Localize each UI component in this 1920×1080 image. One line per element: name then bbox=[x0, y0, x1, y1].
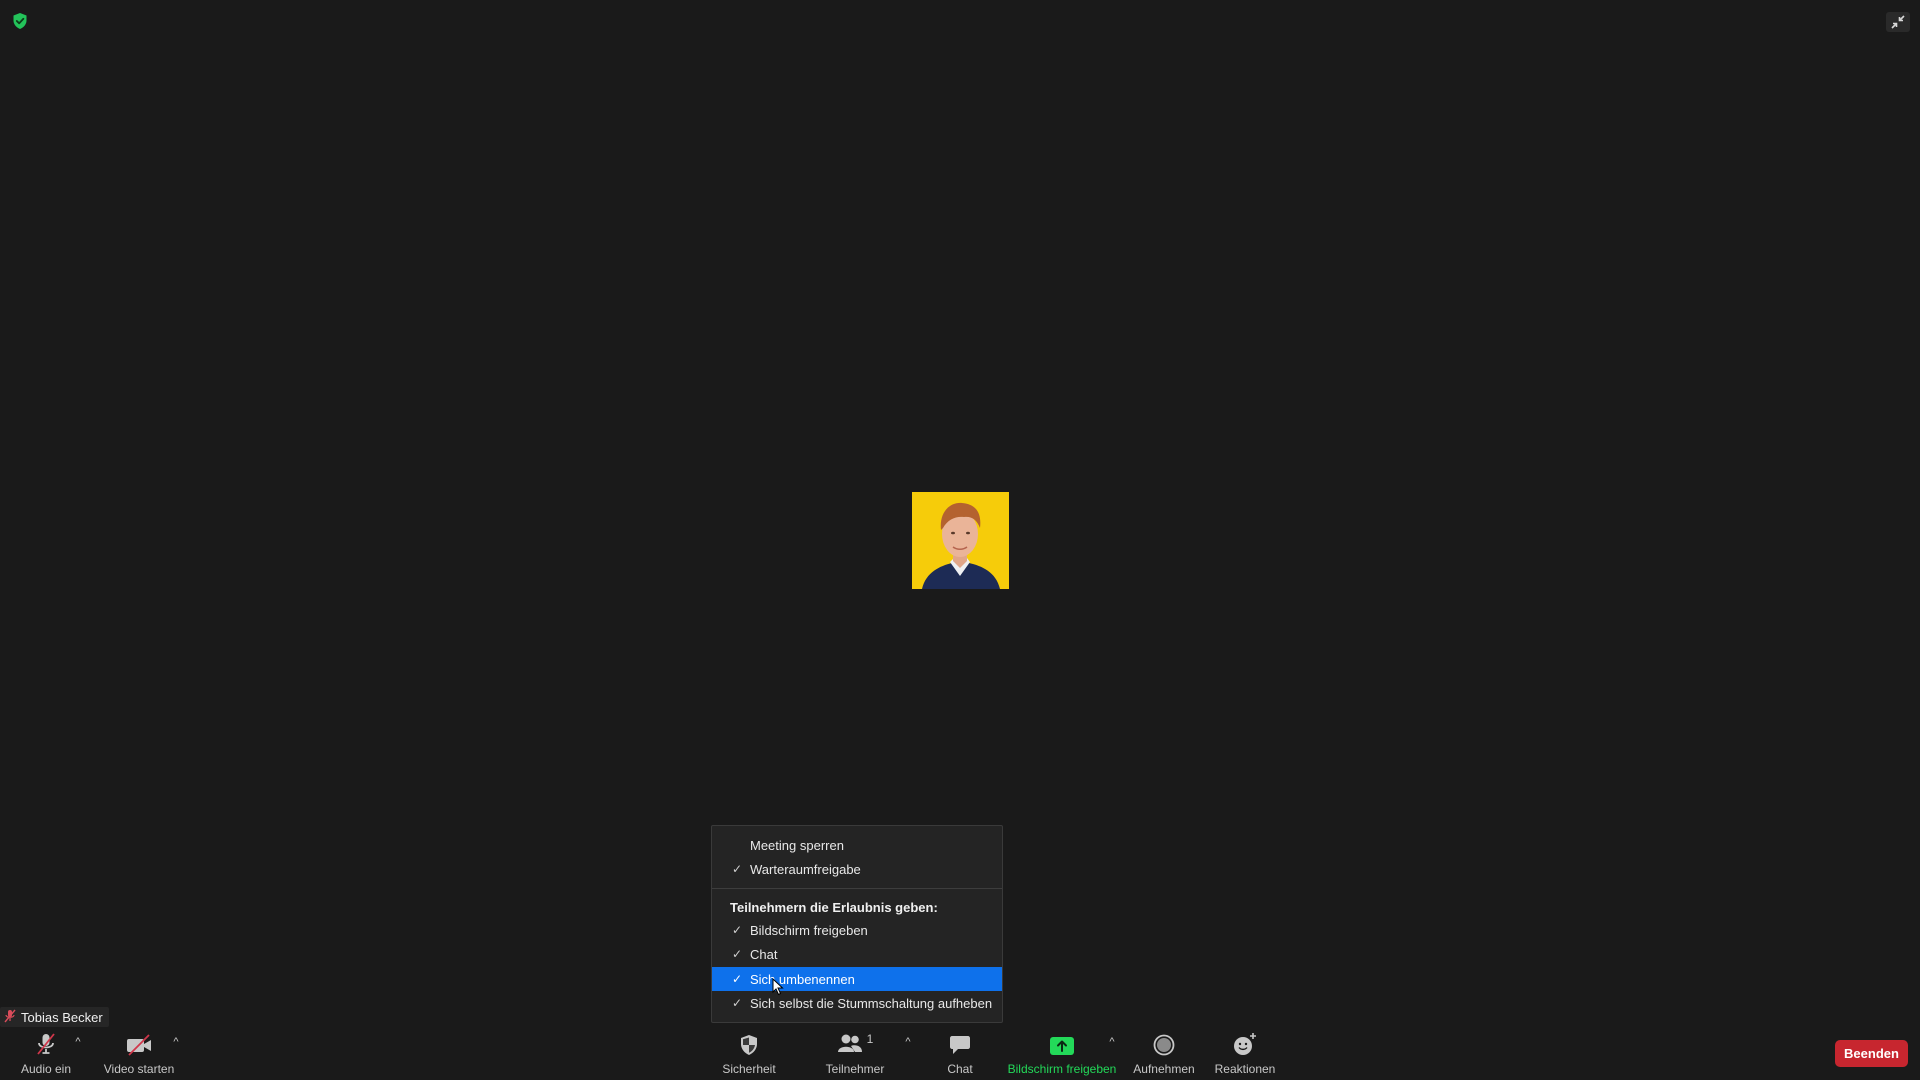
permission-unmute-self[interactable]: ✓ Sich selbst die Stummschaltung aufhebe… bbox=[712, 991, 1002, 1015]
share-screen-label: Bildschirm freigeben bbox=[1007, 1062, 1117, 1076]
reactions-label: Reaktionen bbox=[1214, 1062, 1276, 1076]
video-label: Video starten bbox=[103, 1062, 175, 1076]
participants-options-caret[interactable]: ^ bbox=[902, 1036, 914, 1048]
video-off-icon bbox=[125, 1030, 153, 1056]
end-meeting-button[interactable]: Beenden bbox=[1835, 1040, 1908, 1067]
mic-muted-icon bbox=[4, 1009, 16, 1026]
security-button[interactable]: Sicherheit bbox=[717, 1030, 781, 1076]
permission-share-screen[interactable]: ✓ Bildschirm freigeben bbox=[712, 918, 1002, 942]
menu-item-label: Sich selbst die Stummschaltung aufheben bbox=[750, 995, 993, 1011]
meeting-window: Meeting sperren ✓ Warteraumfreigabe Teil… bbox=[0, 0, 1920, 1080]
security-menu: Meeting sperren ✓ Warteraumfreigabe Teil… bbox=[711, 825, 1003, 1023]
menu-item-lock-meeting[interactable]: Meeting sperren bbox=[712, 833, 1002, 857]
record-button[interactable]: Aufnehmen bbox=[1132, 1030, 1196, 1076]
participant-avatar bbox=[912, 492, 1009, 589]
audio-options-caret[interactable]: ^ bbox=[72, 1036, 84, 1048]
emoji-add-icon bbox=[1233, 1030, 1257, 1056]
shield-check-icon[interactable] bbox=[12, 12, 28, 30]
participants-button[interactable]: 1 Teilnehmer bbox=[820, 1030, 890, 1076]
share-options-caret[interactable]: ^ bbox=[1106, 1036, 1118, 1048]
permissions-heading: Teilnehmern die Erlaubnis geben: bbox=[730, 900, 938, 915]
mic-muted-icon bbox=[34, 1030, 58, 1056]
audio-button[interactable]: Audio ein bbox=[18, 1030, 74, 1076]
video-options-caret[interactable]: ^ bbox=[170, 1036, 182, 1048]
check-icon: ✓ bbox=[731, 996, 742, 1010]
reactions-button[interactable]: Reaktionen bbox=[1214, 1030, 1276, 1076]
menu-item-waiting-room[interactable]: ✓ Warteraumfreigabe bbox=[712, 857, 1002, 881]
mouse-cursor-icon bbox=[772, 977, 784, 996]
menu-item-label: Warteraumfreigabe bbox=[750, 861, 861, 877]
permission-chat[interactable]: ✓ Chat bbox=[712, 942, 1002, 966]
chat-button[interactable]: Chat bbox=[940, 1030, 980, 1076]
participant-name-tag: Tobias Becker bbox=[0, 1007, 109, 1027]
exit-fullscreen-icon[interactable] bbox=[1886, 12, 1910, 32]
audio-label: Audio ein bbox=[20, 1062, 72, 1076]
menu-item-label: Meeting sperren bbox=[750, 837, 844, 853]
check-icon: ✓ bbox=[731, 923, 742, 937]
check-icon: ✓ bbox=[731, 862, 742, 876]
participants-icon: 1 bbox=[837, 1030, 874, 1056]
record-icon bbox=[1153, 1030, 1175, 1056]
check-icon: ✓ bbox=[731, 947, 742, 961]
menu-item-label: Sich umbenennen bbox=[750, 971, 855, 987]
share-screen-icon bbox=[1049, 1030, 1075, 1056]
record-label: Aufnehmen bbox=[1133, 1062, 1195, 1076]
security-label: Sicherheit bbox=[722, 1062, 776, 1076]
video-button[interactable]: Video starten bbox=[101, 1030, 177, 1076]
menu-item-label: Chat bbox=[750, 946, 778, 962]
menu-separator bbox=[712, 888, 1002, 889]
shield-icon bbox=[739, 1030, 759, 1056]
chat-label: Chat bbox=[947, 1062, 973, 1076]
participant-name: Tobias Becker bbox=[21, 1009, 103, 1025]
menu-item-label: Bildschirm freigeben bbox=[750, 922, 868, 938]
participants-label: Teilnehmer bbox=[825, 1062, 885, 1076]
share-screen-button[interactable]: Bildschirm freigeben bbox=[1006, 1030, 1118, 1076]
chat-bubble-icon bbox=[949, 1030, 971, 1056]
permission-rename-self[interactable]: ✓ Sich umbenennen bbox=[712, 967, 1002, 991]
participants-count: 1 bbox=[866, 1032, 874, 1046]
check-icon: ✓ bbox=[731, 972, 742, 986]
